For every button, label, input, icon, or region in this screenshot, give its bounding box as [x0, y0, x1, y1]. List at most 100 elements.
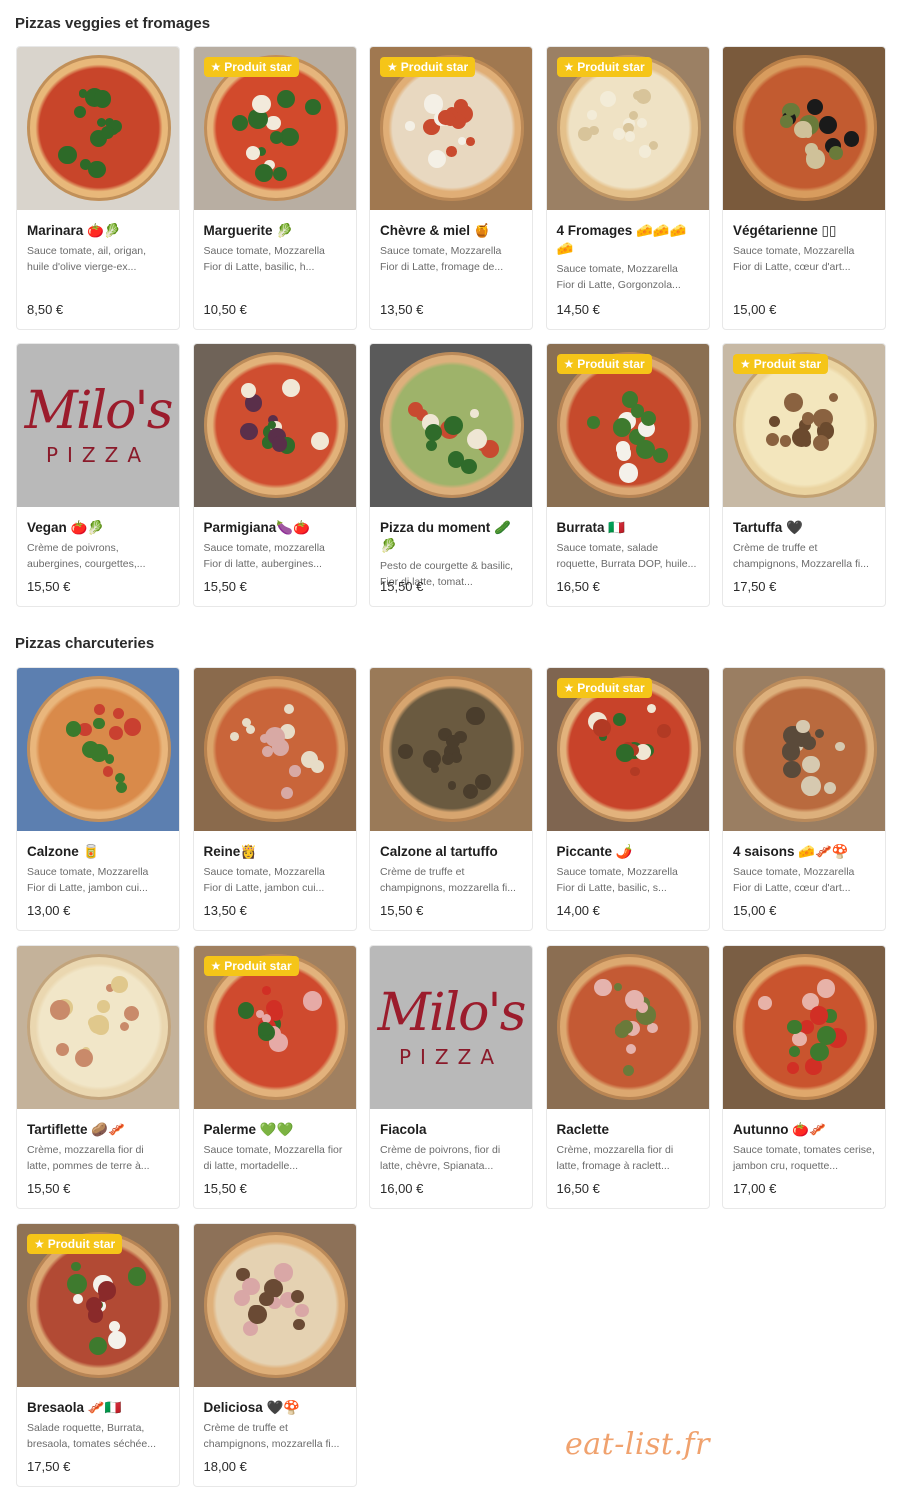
pizza-price: 15,50 €	[27, 579, 71, 594]
pizza-price: 17,50 €	[733, 579, 777, 594]
star-icon: ★	[387, 60, 398, 74]
pizza-photo	[370, 668, 532, 831]
pizza-card[interactable]: Marinara 🍅🥬 Sauce tomate, ail, origan, hu…	[16, 46, 180, 330]
star-icon: ★	[563, 681, 575, 695]
pizza-photo	[193, 1224, 356, 1387]
pizza-card[interactable]: ★ Produit star Palerme 💚💚 Sauce tomate, Moz…	[192, 945, 357, 1209]
pizza-card[interactable]: Raclette Crème, mozzarella fior di latte,…	[545, 945, 710, 1209]
pizza-description: Sauce tomate, ail, origan, huile d'olive…	[27, 245, 147, 273]
pizza-name: Calzone al tartuffo	[380, 844, 498, 859]
pizza-price: 15,00 €	[733, 302, 777, 317]
pizza-name: Palerme 💚💚	[203, 1122, 294, 1137]
pizza-description: Sauce tomate, Mozzarella Fior di Latte, …	[733, 245, 855, 273]
pizza-card[interactable]: Deliciosa 🖤🍄 Crème de truffe et champigno…	[192, 1223, 357, 1487]
star-icon: ★	[563, 60, 575, 74]
produit-star-badge: ★ Produit star	[27, 1234, 123, 1254]
pizza-card[interactable]: Autunno 🍅🥓 Sauce tomate, tomates cerise, …	[722, 945, 886, 1209]
star-icon: ★	[563, 357, 575, 371]
pizza-name: Tartiflette 🥔🥓	[27, 1122, 125, 1137]
badge-label: Produit star	[400, 60, 469, 74]
pizza-photo	[17, 668, 179, 831]
pizza-card[interactable]: Calzone al tartuffo Crème de truffe et ch…	[369, 667, 533, 931]
pizza-price: 16,50 €	[556, 1181, 600, 1196]
watermark: eat-list.fr	[565, 1427, 710, 1462]
pizza-card[interactable]: ★ Produit star 4 Fromages 🧀🧀🧀 🧀 Sauce tomat…	[545, 46, 710, 330]
pizza-photo: ★ Produit star	[193, 946, 356, 1109]
pizza-description: Sauce tomate, Mozzarella Fior di Latte, …	[203, 866, 325, 894]
pizza-photo: ★ Produit star	[370, 47, 532, 210]
pizza-price: 14,00 €	[556, 903, 600, 918]
pizza-price: 16,00 €	[380, 1181, 424, 1196]
pizza-photo: Milo's PIZZA	[17, 344, 179, 507]
veggies-grid: Marinara 🍅🥬 Sauce tomate, ail, origan, hu…	[16, 46, 886, 607]
pizza-card[interactable]: ★ Produit star Marguerite 🥬 Sauce tomate, M…	[192, 46, 357, 330]
pizza-name: Tartuffa 🖤	[733, 520, 803, 535]
section-title-charcuteries: Pizzas charcuteries	[15, 635, 155, 652]
badge-label: Produit star	[577, 681, 645, 695]
pizza-description: Crème de truffe et champignons, Mozzarel…	[733, 542, 869, 570]
pizza-name: Chèvre & miel 🍯	[380, 223, 491, 238]
pizza-price: 17,50 €	[27, 1459, 71, 1474]
produit-star-badge: ★ Produit star	[203, 57, 299, 77]
produit-star-badge: ★ Produit star	[380, 57, 476, 77]
pizza-name: Bresaola 🥓🇮🇹	[27, 1400, 122, 1415]
pizza-description: Crème, mozzarella fior di latte, fromage…	[556, 1144, 674, 1172]
pizza-card[interactable]: Reine👸 Sauce tomate, Mozzarella Fior di L…	[192, 667, 357, 931]
pizza-card[interactable]: Pizza du moment 🥒🥬 Pesto de courgette & b…	[369, 343, 533, 607]
pizza-photo	[193, 668, 356, 831]
pizza-name: Végétarienne ▯▯	[733, 223, 837, 238]
pizza-photo: ★ Produit star	[723, 344, 885, 507]
pizza-name: Burrata 🇮🇹	[556, 520, 626, 535]
pizza-photo	[723, 946, 885, 1109]
pizza-description: Sauce tomate, salade roquette, Burrata D…	[556, 542, 697, 570]
badge-label: Produit star	[224, 60, 292, 74]
pizza-photo	[546, 946, 709, 1109]
pizza-description: Sauce tomate, Mozzarella Fior di Latte, …	[380, 245, 504, 273]
pizza-name: Fiacola	[380, 1122, 427, 1137]
pizza-name: Autunno 🍅🥓	[733, 1122, 826, 1137]
pizza-description: Crème de truffe et champignons, mozzarel…	[203, 1422, 340, 1450]
pizza-photo: ★ Produit star	[17, 1224, 179, 1387]
pizza-description: Sauce tomate, Mozzarella Fior di Latte, …	[203, 245, 325, 273]
section-title-veggies: Pizzas veggies et fromages	[15, 15, 211, 32]
pizza-card[interactable]: ★ Produit star Tartuffa 🖤 Crème de truffe e…	[722, 343, 886, 607]
star-icon: ★	[34, 1237, 45, 1251]
pizza-card[interactable]: Parmigiana🍆🍅 Sauce tomate, mozzarella Fio…	[192, 343, 357, 607]
pizza-price: 10,50 €	[203, 302, 247, 317]
pizza-price: 18,00 €	[203, 1459, 247, 1474]
pizza-card[interactable]: ★ Produit star Piccante 🌶️ Sauce tomate, Mo…	[545, 667, 710, 931]
pizza-photo	[370, 344, 532, 507]
pizza-name: Marinara 🍅🥬	[27, 223, 121, 238]
pizza-card[interactable]: Milo's PIZZA Fiacola Crème de poivrons, fio…	[369, 945, 533, 1209]
pizza-card[interactable]: ★ Produit star Burrata 🇮🇹 Sauce tomate, sal…	[545, 343, 710, 607]
pizza-card[interactable]: Tartiflette 🥔🥓 Crème, mozzarella fior di …	[16, 945, 180, 1209]
pizza-card[interactable]: ★ Produit star Chèvre & miel 🍯 Sauce tomate…	[369, 46, 533, 330]
pizza-price: 17,00 €	[733, 1181, 777, 1196]
pizza-card[interactable]: ★ Produit star Bresaola 🥓🇮🇹 Salade roquette…	[16, 1223, 180, 1487]
pizza-photo	[723, 47, 885, 210]
logo-script: Milo's	[377, 982, 527, 1043]
pizza-card[interactable]: Calzone 🥫 Sauce tomate, Mozzarella Fior d…	[16, 667, 180, 931]
badge-label: Produit star	[47, 1237, 116, 1251]
pizza-price: 13,50 €	[380, 302, 424, 317]
pizza-price: 14,50 €	[556, 302, 600, 317]
pizza-price: 15,50 €	[380, 903, 424, 918]
pizza-description: Sauce tomate, Mozzarella Fior di Latte, …	[27, 866, 149, 894]
pizza-card[interactable]: Végétarienne ▯▯ Sauce tomate, Mozzarella …	[722, 46, 886, 330]
pizza-card[interactable]: 4 saisons 🧀🥓🍄 Sauce tomate, Mozzarella Fi…	[722, 667, 886, 931]
pizza-name: Deliciosa 🖤🍄	[203, 1400, 301, 1415]
pizza-photo	[17, 946, 179, 1109]
pizza-description: Sauce tomate, tomates cerise, jambon cru…	[733, 1144, 875, 1172]
star-icon: ★	[210, 959, 222, 973]
pizza-description: Sauce tomate, Mozzarella Fior di Latte, …	[733, 866, 855, 894]
pizza-photo: ★ Produit star	[546, 47, 709, 210]
logo-word: PIZZA	[398, 1044, 504, 1069]
pizza-price: 8,50 €	[27, 302, 64, 317]
badge-label: Produit star	[753, 357, 822, 371]
badge-label: Produit star	[224, 959, 292, 973]
pizza-price: 15,50 €	[203, 1181, 247, 1196]
logo-word: PIZZA	[45, 442, 151, 467]
produit-star-badge: ★ Produit star	[556, 354, 652, 374]
pizza-name: Marguerite 🥬	[203, 223, 294, 238]
pizza-card[interactable]: Milo's PIZZA Vegan 🍅🥬 Crème de poivrons, au…	[16, 343, 180, 607]
